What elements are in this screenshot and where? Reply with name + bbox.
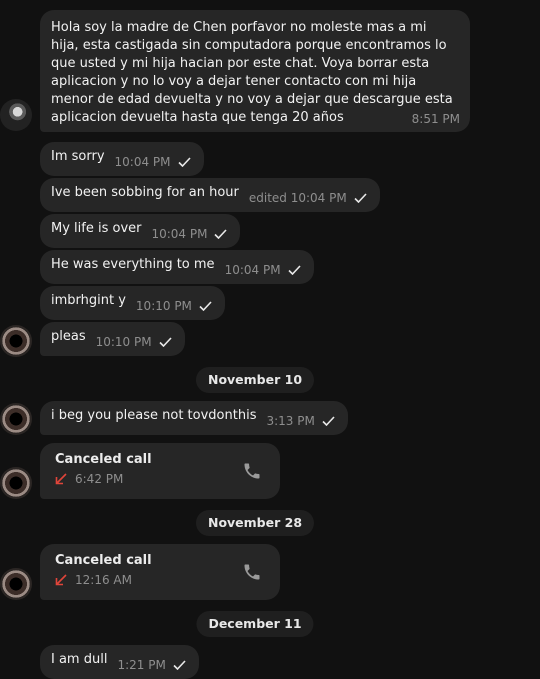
checkmark-icon — [287, 265, 301, 275]
message-bubble[interactable]: Im sorry 10:04 PM — [40, 142, 204, 176]
message-time: edited 10:04 PM — [248, 191, 347, 205]
message-text: My life is over — [51, 221, 142, 236]
call-arrow-icon — [55, 473, 67, 485]
contact-avatar[interactable] — [0, 403, 32, 435]
contact-avatar[interactable] — [0, 467, 32, 499]
checkmark-icon — [322, 416, 335, 426]
date-separator: November 10 — [195, 367, 315, 393]
contact-avatar[interactable] — [0, 325, 32, 357]
phone-icon[interactable] — [242, 461, 262, 481]
checkmark-icon — [354, 193, 367, 203]
checkmark-icon — [199, 301, 212, 311]
message-bubble[interactable]: I am dull 1:21 PM — [40, 645, 199, 679]
message-time: 10:10 PM — [95, 335, 152, 349]
checkmark-icon — [214, 229, 228, 239]
message-text: Im sorry — [51, 149, 105, 164]
message-text: pleas — [51, 329, 86, 344]
date-separator: November 28 — [195, 510, 315, 536]
message-text: i beg you please not tovdonthis — [51, 408, 257, 423]
call-bubble[interactable]: Canceled call 12:16 AM — [40, 544, 280, 600]
message-time: 1:21 PM — [117, 658, 166, 672]
message-bubble[interactable]: pleas 10:10 PM — [40, 322, 185, 356]
message-time: 10:04 PM — [151, 227, 208, 241]
message-bubble[interactable]: My life is over 10:04 PM — [40, 214, 241, 248]
message-bubble[interactable]: imbrhgint y 10:10 PM — [40, 286, 225, 320]
message-text: I am dull — [51, 652, 108, 667]
message-time: 10:04 PM — [224, 263, 281, 277]
phone-icon[interactable] — [242, 562, 262, 582]
contact-avatar[interactable] — [0, 568, 32, 600]
message-text: Hola soy la madre de Chen porfavor no mo… — [51, 20, 453, 125]
date-separator: December 11 — [196, 611, 314, 637]
message-bubble[interactable]: i beg you please not tovdonthis 3:13 PM — [40, 401, 348, 435]
call-arrow-icon — [55, 574, 67, 586]
message-time: 8:51 PM — [411, 112, 460, 126]
checkmark-icon — [173, 660, 186, 670]
checkmark-icon — [177, 157, 191, 167]
message-time: 3:13 PM — [266, 414, 315, 428]
call-time: 6:42 PM — [75, 472, 124, 486]
message-time: 10:10 PM — [135, 299, 192, 313]
contact-avatar[interactable] — [0, 99, 32, 131]
message-bubble[interactable]: Ive been sobbing for an hour edited 10:0… — [40, 178, 380, 212]
call-time: 12:16 AM — [75, 573, 132, 587]
checkmark-icon — [159, 337, 172, 347]
call-bubble[interactable]: Canceled call 6:42 PM — [40, 443, 280, 499]
message-text: Ive been sobbing for an hour — [51, 185, 239, 200]
message-text: imbrhgint y — [51, 293, 126, 308]
chat-history[interactable]: Hola soy la madre de Chen porfavor no mo… — [0, 0, 540, 679]
message-time: 10:04 PM — [114, 155, 171, 169]
message-text: He was everything to me — [51, 257, 215, 272]
message-bubble[interactable]: He was everything to me 10:04 PM — [40, 250, 314, 284]
message-bubble[interactable]: Hola soy la madre de Chen porfavor no mo… — [40, 10, 470, 132]
